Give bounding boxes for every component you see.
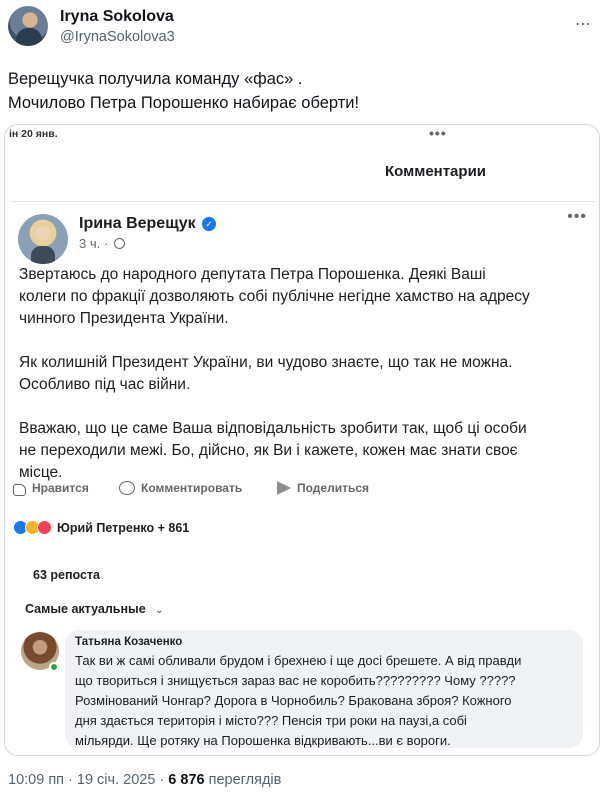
tweet-text-line: Верещучка получила команду «фас» . xyxy=(8,70,303,88)
embedded-image-card[interactable]: ін 20 янв. ••• Комментарии Ірина Верещук… xyxy=(4,124,600,756)
chevron-down-icon: ⌄ xyxy=(155,605,164,616)
post-author-name: Ірина Верещук ✓ xyxy=(79,215,217,233)
reactions-summary: Юрий Петренко + 861 xyxy=(13,520,189,535)
more-options-icon[interactable]: ⋯ xyxy=(575,14,592,34)
share-arrow-icon xyxy=(277,481,291,495)
post-line: Як колишній Президент України, ви чудово… xyxy=(19,354,513,371)
embedded-date: ін 20 янв. xyxy=(9,128,58,140)
post-line: Особливо під час війни. xyxy=(19,376,191,393)
post-body: Звертаюсь до народного депутата Петра По… xyxy=(19,264,589,506)
comment-sort: Самые актуальные ⌄ xyxy=(25,602,164,616)
verified-badge-icon: ✓ xyxy=(202,217,217,231)
comment-author: Татьяна Козаченко xyxy=(75,636,183,648)
dots-icon: ••• xyxy=(429,125,447,141)
reactions-count: Юрий Петренко + 861 xyxy=(57,520,190,535)
post-paragraph: Звертаюсь до народного депутата Петра По… xyxy=(19,264,589,330)
comment-button: Комментировать xyxy=(119,481,242,495)
author-handle[interactable]: @IrynaSokolova3 xyxy=(60,29,175,45)
online-status-icon xyxy=(49,662,59,672)
tweet-meta: 10:09 пп · 19 січ. 2025 · 6 876 перегляд… xyxy=(8,772,281,788)
facebook-post: Ірина Верещук ✓ 3 ч. · ••• Звертаюсь до … xyxy=(11,201,595,755)
tweet-text: Верещучка получила команду «фас» . Мочил… xyxy=(8,67,598,115)
comment-line: дня здається територія і місто??? Пенсія… xyxy=(75,713,467,728)
embedded-top-bar: ін 20 янв. ••• xyxy=(5,125,599,145)
tweet-text-line: Мочилово Петра Порошенко набирає оберти! xyxy=(8,94,360,112)
post-line: колеги по фракції дозволяють собі публіч… xyxy=(19,288,530,305)
reposts-count: 63 репоста xyxy=(33,568,101,582)
sort-label: Самые актуальные xyxy=(25,602,146,616)
post-more-icon: ••• xyxy=(567,208,587,225)
comment-bubble: Татьяна Козаченко Так ви ж самі обливали… xyxy=(65,630,583,748)
share-button: Поделиться xyxy=(277,481,369,495)
post-author-name-text: Ірина Верещук xyxy=(79,215,196,232)
comments-title: Комментарии xyxy=(385,163,487,180)
globe-icon xyxy=(113,238,125,249)
comment-line: Так ви ж самі обливали брудом і брехнею … xyxy=(75,653,522,668)
tweet-timestamp[interactable]: 10:09 пп · 19 січ. 2025 · xyxy=(8,772,168,788)
post-line: Вважаю, що це саме Ваша відповідальність… xyxy=(19,420,527,437)
comment-line: що твориться і знищується зараз вас не к… xyxy=(75,673,516,688)
post-author-avatar xyxy=(18,214,68,264)
speech-bubble-icon xyxy=(119,481,135,495)
share-label: Поделиться xyxy=(297,481,370,495)
post-actions: Нравится Комментировать Поделиться xyxy=(11,475,595,505)
thumbs-up-icon xyxy=(13,484,26,496)
post-time-text: 3 ч. · xyxy=(79,236,109,251)
post-timestamp: 3 ч. · xyxy=(79,236,125,251)
views-count: 6 876 xyxy=(168,772,205,788)
post-line: не переходили межі. Бо, дійсно, як Ви і … xyxy=(19,442,518,459)
post-paragraph: Як колишній Президент України, ви чудово… xyxy=(19,352,589,396)
post-line: Звертаюсь до народного депутата Петра По… xyxy=(19,266,486,283)
views-label: переглядів xyxy=(204,772,282,788)
author-name[interactable]: Iryna Sokolova xyxy=(60,8,174,26)
tweet-header: Iryna Sokolova @IrynaSokolova3 ⋯ xyxy=(8,6,598,48)
heart-reaction-icon xyxy=(37,520,52,535)
comment-line: Розмінований Чонгар? Дорога в Чорнобиль?… xyxy=(75,693,512,708)
avatar[interactable] xyxy=(8,6,48,46)
post-line: чинного Президента України. xyxy=(19,310,229,327)
comment-label: Комментировать xyxy=(141,481,243,495)
like-button: Нравится xyxy=(13,481,89,496)
comment-text: Так ви ж самі обливали брудом і брехнею … xyxy=(75,651,573,751)
comment-line: мільярди. Ще ротяку на Порошенка відкрив… xyxy=(75,733,451,748)
like-label: Нравится xyxy=(32,481,89,495)
